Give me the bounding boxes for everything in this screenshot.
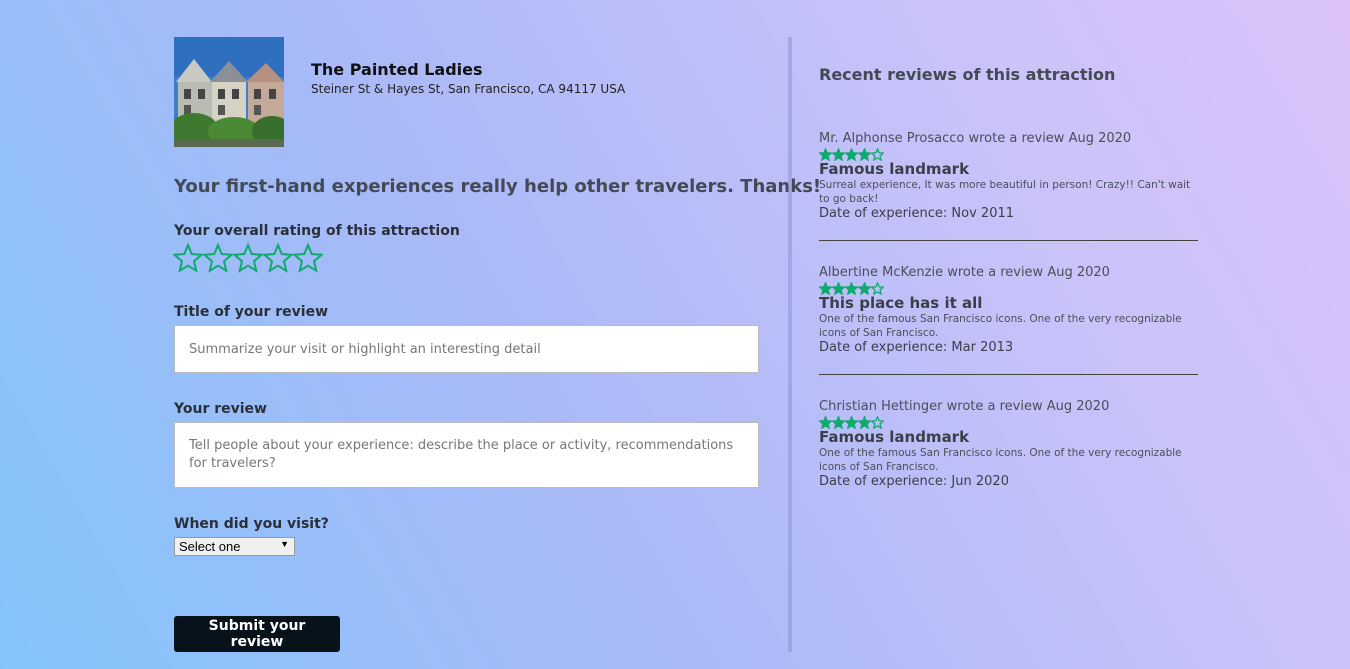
review-rating — [818, 280, 1199, 296]
review-card: Christian Hettinger wrote a review Aug 2… — [818, 399, 1199, 489]
rating-label: Your overall rating of this attraction — [174, 223, 460, 239]
review-title: This place has it all — [819, 294, 983, 312]
attraction-name: The Painted Ladies — [311, 60, 483, 79]
star-filled-icon — [831, 280, 846, 296]
review-card: Mr. Alphonse Prosacco wrote a review Aug… — [818, 131, 1199, 241]
rating-stars — [172, 242, 324, 273]
star-filled-icon — [844, 280, 859, 296]
star-filled-icon — [844, 146, 859, 162]
review-body-textarea[interactable] — [174, 422, 759, 488]
review-date: Date of experience: Mar 2013 — [819, 340, 1014, 355]
star-filled-icon — [818, 146, 833, 162]
rating-star-1-icon[interactable] — [172, 242, 204, 273]
recent-reviews-title: Recent reviews of this attraction — [819, 65, 1116, 84]
review-date: Date of experience: Jun 2020 — [819, 474, 1009, 489]
rating-star-2-icon[interactable] — [202, 242, 234, 273]
review-separator — [819, 374, 1198, 375]
star-filled-icon — [857, 280, 872, 296]
review-rating — [818, 414, 1199, 430]
review-byline: Christian Hettinger wrote a review Aug 2… — [819, 399, 1110, 414]
star-empty-icon — [870, 146, 885, 162]
star-empty-icon — [870, 414, 885, 430]
review-date: Date of experience: Nov 2011 — [819, 206, 1015, 221]
star-filled-icon — [831, 146, 846, 162]
submit-review-button[interactable]: Submit your review — [174, 616, 340, 652]
star-filled-icon — [831, 414, 846, 430]
review-body: One of the famous San Francisco icons. O… — [819, 447, 1182, 473]
visit-date-label: When did you visit? — [174, 516, 329, 532]
column-divider — [788, 37, 792, 652]
review-body: One of the famous San Francisco icons. O… — [819, 313, 1182, 339]
rating-star-5-icon[interactable] — [292, 242, 324, 273]
title-label: Title of your review — [174, 304, 329, 320]
attraction-address: Steiner St & Hayes St, San Francisco, CA… — [311, 82, 626, 96]
review-title: Famous landmark — [819, 428, 970, 446]
review-title: Famous landmark — [819, 160, 970, 178]
thanks-message: Your first-hand experiences really help … — [174, 176, 822, 197]
rating-star-4-icon[interactable] — [262, 242, 294, 273]
review-byline: Albertine McKenzie wrote a review Aug 20… — [819, 265, 1110, 280]
star-filled-icon — [818, 414, 833, 430]
visit-date-select[interactable]: Select one ▼ — [174, 537, 295, 556]
star-empty-icon — [870, 280, 885, 296]
star-filled-icon — [818, 280, 833, 296]
rating-star-3-icon[interactable] — [232, 242, 264, 273]
attraction-photo — [174, 37, 284, 147]
review-separator — [819, 240, 1198, 241]
review-label: Your review — [174, 401, 267, 417]
star-filled-icon — [857, 146, 872, 162]
review-body: Surreal experience, It was more beautifu… — [819, 179, 1191, 205]
review-title-input[interactable] — [174, 325, 759, 373]
visit-date-selected: Select one — [179, 539, 241, 554]
review-rating — [818, 146, 1199, 162]
star-filled-icon — [844, 414, 859, 430]
dropdown-arrow-icon: ▼ — [280, 539, 289, 549]
review-byline: Mr. Alphonse Prosacco wrote a review Aug… — [819, 131, 1132, 146]
review-card: Albertine McKenzie wrote a review Aug 20… — [818, 265, 1199, 375]
star-filled-icon — [857, 414, 872, 430]
